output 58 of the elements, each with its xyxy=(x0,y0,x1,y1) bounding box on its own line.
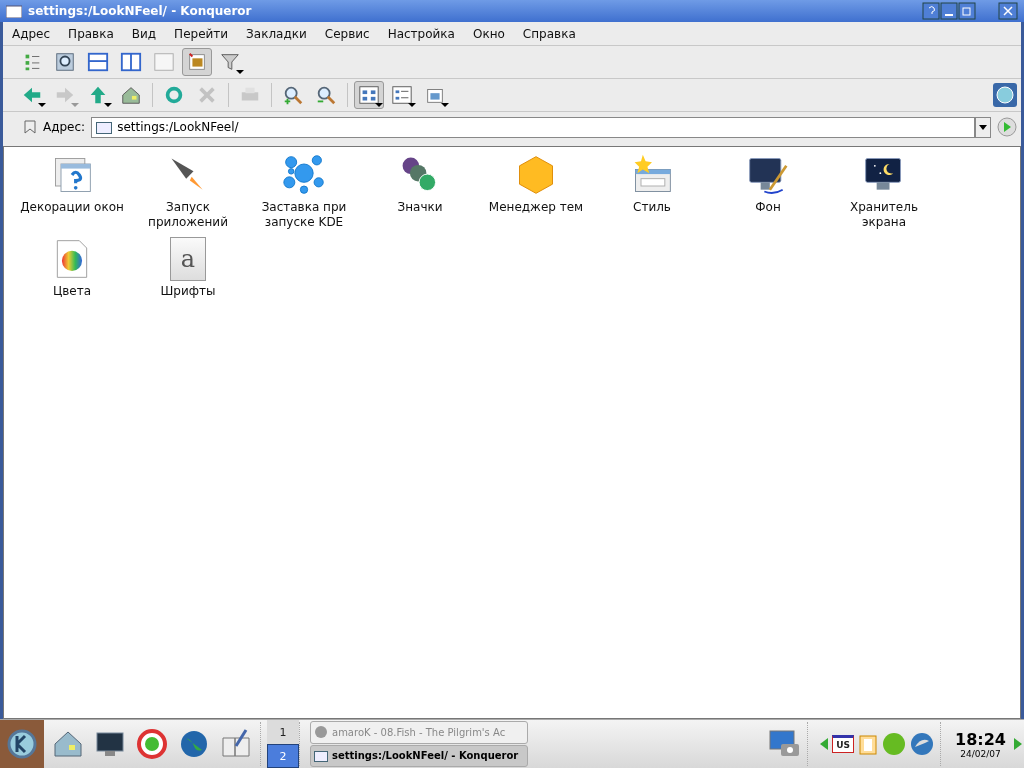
settings-item[interactable]: Стиль xyxy=(594,153,710,237)
font-document-icon: a xyxy=(170,237,206,281)
menu-item[interactable]: Перейти xyxy=(174,26,229,41)
menu-item[interactable]: Настройка xyxy=(387,26,455,41)
window-title: settings:/LookNFeel/ - Konqueror xyxy=(28,4,252,18)
address-field[interactable]: settings:/LookNFeel/ xyxy=(91,116,975,138)
kde-menu-button[interactable] xyxy=(0,720,44,768)
window-icon xyxy=(153,51,175,73)
keyboard-layout-flag[interactable]: US xyxy=(832,735,855,753)
split-horizontal-icon xyxy=(87,51,109,73)
menu-item[interactable]: Адрес xyxy=(12,26,51,41)
folder-icon xyxy=(314,748,328,763)
funnel-icon xyxy=(219,51,241,73)
settings-item[interactable]: Заставка при запуске KDE xyxy=(246,153,362,237)
menu-item[interactable]: Закладки xyxy=(246,26,307,41)
menu-item[interactable]: Справка xyxy=(522,26,576,41)
settings-item[interactable]: Цвета xyxy=(14,237,130,321)
desktop-button[interactable]: 2 xyxy=(267,744,299,768)
screenshot-icon[interactable] xyxy=(769,730,802,758)
picture-icon xyxy=(186,51,208,73)
menu-item[interactable]: Окно xyxy=(472,26,505,41)
bubbles-icon xyxy=(282,153,326,197)
settings-item[interactable]: Хранитель экрана xyxy=(826,153,942,237)
close-icon[interactable] xyxy=(998,2,1018,20)
icon-view-icon xyxy=(358,84,380,106)
home-icon xyxy=(120,84,142,106)
magnifier-icon xyxy=(54,51,76,73)
settings-item[interactable]: Декорации окон xyxy=(14,153,130,237)
detail-view-icon xyxy=(391,84,413,106)
zoom-out-icon xyxy=(315,84,337,106)
settings-item[interactable]: Фон xyxy=(710,153,826,237)
app-icon xyxy=(314,725,328,740)
toolbar-button[interactable] xyxy=(354,81,384,109)
dropdown-button[interactable] xyxy=(975,116,991,138)
settings-item[interactable]: Запуск приложений xyxy=(130,153,246,237)
clock-date: 24/02/07 xyxy=(960,748,1001,759)
address-label: Адрес: xyxy=(43,120,86,134)
clipboard-icon[interactable] xyxy=(858,733,879,755)
bookmark-icon xyxy=(23,120,37,134)
settings-item[interactable]: a Шрифты xyxy=(130,237,246,321)
arrow-right-icon[interactable] xyxy=(1014,738,1022,750)
book-pen-icon[interactable] xyxy=(220,728,252,760)
task-button[interactable]: settings:/LookNFeel/ - Konqueror xyxy=(310,744,528,767)
folder-icon xyxy=(6,4,22,18)
menu-item[interactable]: Правка xyxy=(68,26,114,41)
menu-item[interactable]: Сервис xyxy=(324,26,370,41)
settings-item[interactable]: Значки xyxy=(362,153,478,237)
arrow-left-icon[interactable] xyxy=(820,738,829,750)
caret-icon xyxy=(979,124,987,130)
clock-time: 18:24 xyxy=(955,729,1006,749)
lifebuoy-icon[interactable] xyxy=(136,728,168,760)
reload-icon xyxy=(163,84,185,106)
split-vertical-icon xyxy=(120,51,142,73)
settings-item[interactable]: Менеджер тем xyxy=(478,153,594,237)
menu-item[interactable]: Вид xyxy=(131,26,157,41)
folder-icon xyxy=(96,120,113,134)
zoom-in-icon xyxy=(282,84,304,106)
desktop-button[interactable]: 1 xyxy=(267,720,299,744)
